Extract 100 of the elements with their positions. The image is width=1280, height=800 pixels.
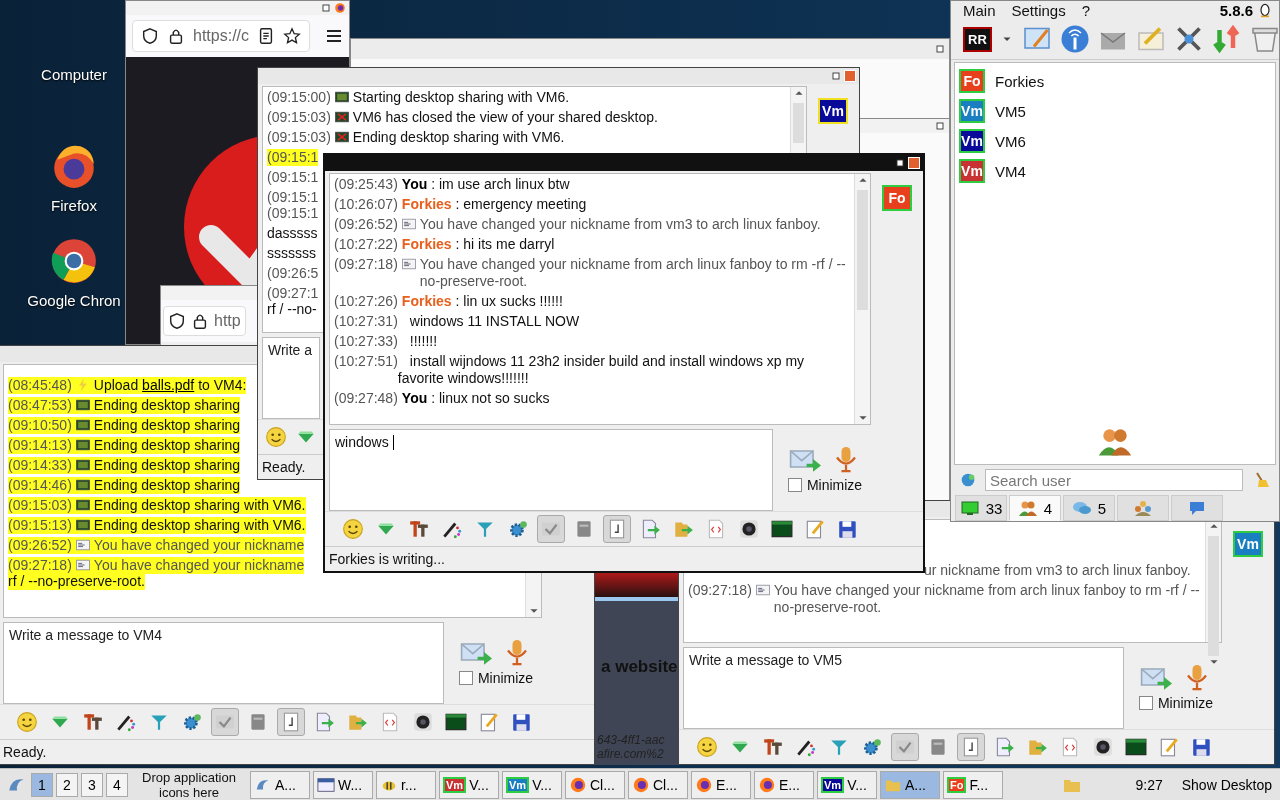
task-button[interactable]: Vm V...: [502, 770, 562, 799]
timestamp: (09:15:13): [8, 517, 72, 534]
globe-icon[interactable]: [959, 471, 977, 489]
timestamp: (08:47:53): [8, 397, 72, 414]
app-icon: [844, 70, 856, 82]
message-text: You have changed your nickname from vm3 to arch linux fanboy.: [419, 216, 821, 232]
task-button[interactable]: E...: [754, 770, 814, 799]
message-text: : im use arch linux btw: [431, 176, 570, 192]
workspace-button[interactable]: 1: [31, 772, 53, 797]
timestamp: (09:14:33): [8, 457, 72, 474]
message-text: Ending desktop sharing with VM6.: [352, 129, 565, 145]
search-field[interactable]: Search user: [985, 469, 1243, 491]
notepad-icon: [804, 518, 826, 540]
task-button[interactable]: E...: [691, 770, 751, 799]
fox-globe-icon: [758, 775, 776, 794]
menu-item[interactable]: ?: [1081, 1, 1091, 19]
workspace-button[interactable]: 2: [56, 772, 78, 797]
fox-globe-icon: [695, 775, 713, 794]
tab[interactable]: [1117, 495, 1169, 521]
timestamp: (08:45:48): [8, 377, 72, 394]
font-icon: [82, 711, 104, 733]
task-button[interactable]: A...: [880, 770, 940, 799]
notepad-icon: [1158, 736, 1180, 758]
timestamp: (09:26:5: [267, 265, 319, 282]
gear-icon: [507, 518, 529, 540]
avatar: Vm: [443, 776, 467, 793]
card-icon: [74, 537, 91, 553]
tab[interactable]: [1171, 495, 1223, 521]
penguin-icon: [1257, 2, 1273, 18]
user-list-item[interactable]: Fo Forkies: [959, 66, 1271, 96]
user-list-item[interactable]: Vm VM5: [959, 96, 1271, 126]
spellcheck-button[interactable]: [211, 708, 239, 736]
address-bar[interactable]: https://c: [132, 20, 311, 52]
desktop-icon-label[interactable]: Google Chron: [27, 292, 121, 309]
user-list-item[interactable]: Vm VM6: [959, 126, 1271, 156]
show-desktop-button[interactable]: Show Desktop: [1179, 776, 1274, 793]
lock-icon: [191, 312, 209, 330]
screen-cross-icon: [333, 129, 350, 145]
scrollbar-thumb[interactable]: [1208, 536, 1219, 656]
window-icon: [317, 775, 335, 794]
star-icon[interactable]: [283, 27, 302, 45]
message-input[interactable]: Write a message to VM4: [3, 622, 444, 704]
task-button[interactable]: Vm V...: [439, 770, 499, 799]
task-label: E...: [716, 776, 737, 793]
file-link[interactable]: balls.pdf: [142, 377, 195, 393]
minimize-checkbox[interactable]: Minimize: [787, 477, 863, 493]
timestamp: (09:26:52): [8, 537, 72, 554]
tab[interactable]: 5: [1063, 495, 1115, 521]
message-text: VM6 has closed the view of your shared desktop.: [352, 109, 658, 125]
message-input[interactable]: Write a: [262, 337, 320, 419]
spellcheck-button[interactable]: [537, 515, 565, 543]
spellcheck-button[interactable]: [891, 733, 919, 761]
message-text: : hi its me darryl: [455, 236, 555, 252]
status-text: Forkies is writing...: [329, 551, 445, 567]
menu-item[interactable]: Settings: [1011, 1, 1066, 19]
drop-hint: Drop application icons here: [141, 769, 237, 800]
up-down-arrows-icon[interactable]: [1211, 24, 1242, 54]
music-note-button[interactable]: [277, 708, 305, 736]
card-icon: [74, 557, 91, 573]
task-button[interactable]: Cl...: [565, 770, 625, 799]
status-text: Ready.: [3, 744, 47, 760]
screen-icon: [74, 457, 91, 473]
address-bar[interactable]: http: [163, 306, 246, 336]
task-button[interactable]: Fo F...: [943, 770, 1003, 799]
logo-button[interactable]: RR: [963, 26, 992, 52]
message-input[interactable]: Write a message to VM5: [683, 647, 1124, 729]
maximize-icon[interactable]: [894, 157, 906, 169]
message-input[interactable]: windows: [329, 429, 773, 511]
message-text: : linux not so sucks: [431, 390, 550, 406]
desktop-icon-label[interactable]: Firefox: [51, 197, 97, 214]
tab[interactable]: 4: [1009, 495, 1061, 521]
smiley-icon: [696, 736, 718, 758]
music-note-button[interactable]: [603, 515, 631, 543]
task-button[interactable]: Vm V...: [817, 770, 877, 799]
avatar: Fo: [947, 776, 967, 793]
screen-icon: [74, 517, 91, 533]
screen-icon: [74, 417, 91, 433]
minimize-checkbox[interactable]: Minimize: [1138, 695, 1214, 711]
task-button[interactable]: Cl...: [628, 770, 688, 799]
sender-name: Forkies: [401, 236, 452, 252]
people-icon: [1133, 498, 1153, 518]
webcam-icon: [412, 711, 434, 733]
lock-icon: [167, 27, 185, 45]
task-button[interactable]: W...: [313, 770, 373, 799]
message-text: : lin ux sucks !!!!!!: [455, 293, 563, 309]
workspace-button[interactable]: 4: [106, 772, 128, 797]
card-icon: [754, 582, 771, 598]
task-button[interactable]: r...: [376, 770, 436, 799]
sender-name: Forkies: [401, 293, 452, 309]
chrome-logo-icon[interactable]: [49, 236, 99, 286]
antenna-icon[interactable]: [1059, 24, 1090, 54]
music-note-button[interactable]: [957, 733, 985, 761]
minimize-checkbox[interactable]: Minimize: [458, 670, 534, 686]
menu-item[interactable]: Main: [963, 1, 996, 19]
user-list-item[interactable]: Vm VM4: [959, 156, 1271, 186]
tab[interactable]: 33: [955, 495, 1007, 521]
timestamp: (09:10:50): [8, 417, 72, 434]
desktop-icon-label[interactable]: Computer: [41, 66, 107, 83]
workspace-button[interactable]: 3: [81, 772, 103, 797]
task-button[interactable]: A...: [250, 770, 310, 799]
